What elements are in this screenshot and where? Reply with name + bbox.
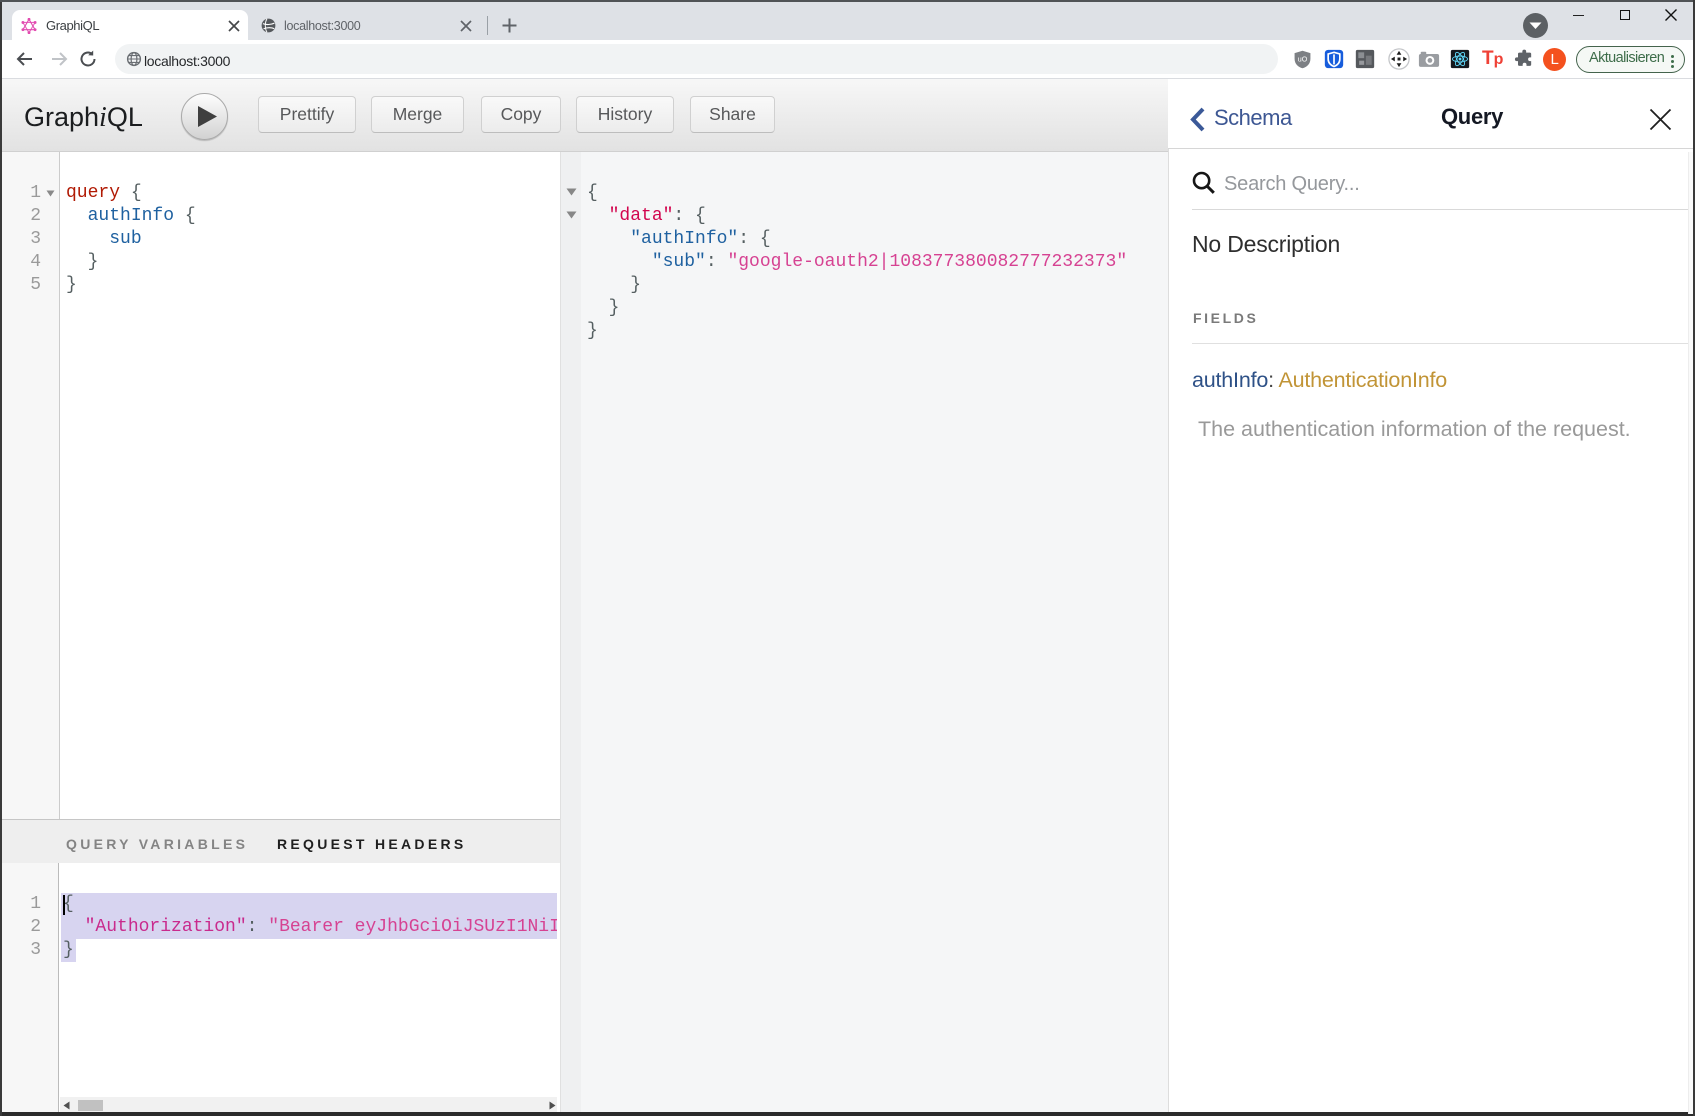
svg-text:uO: uO [1298,55,1308,63]
